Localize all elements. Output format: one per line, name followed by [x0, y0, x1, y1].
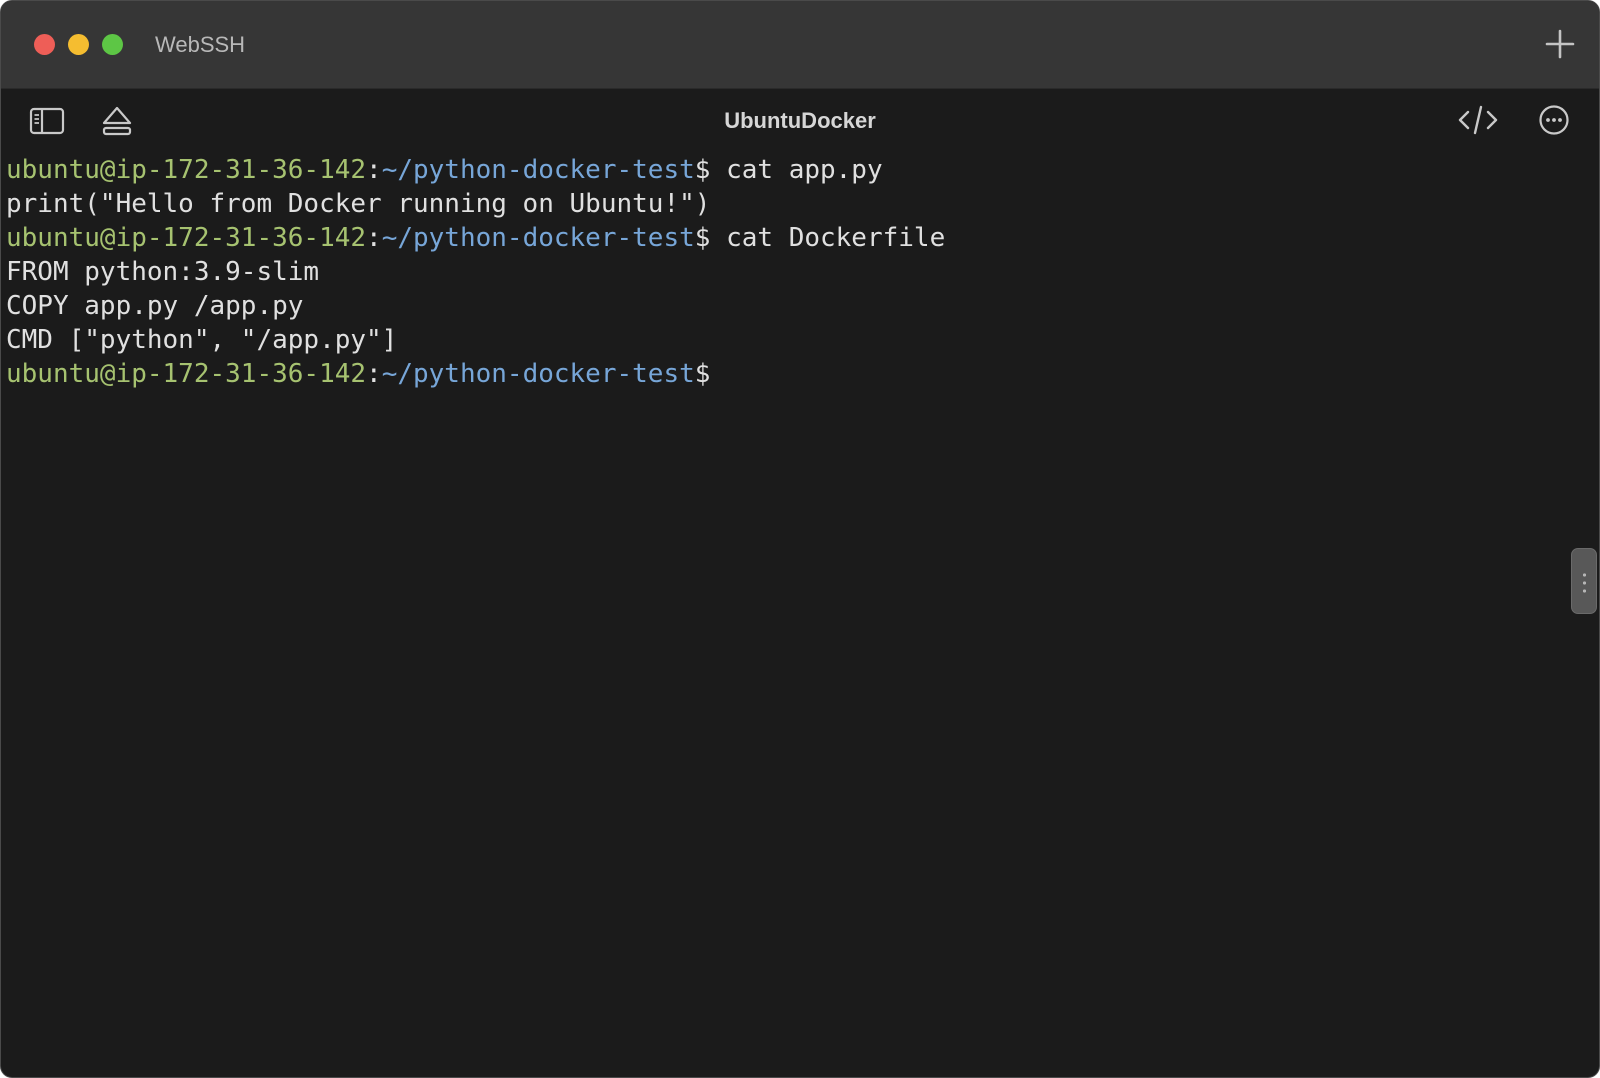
terminal-prompt-line: ubuntu@ip-172-31-36-142:~/python-docker-…: [6, 357, 1526, 391]
terminal-output-line: print("Hello from Docker running on Ubun…: [6, 187, 1526, 221]
prompt-separator: :: [366, 155, 382, 185]
terminal-output-line: CMD ["python", "/app.py"]: [6, 323, 1526, 357]
more-icon[interactable]: [1537, 103, 1571, 137]
prompt-user-host: ubuntu@ip-172-31-36-142: [6, 155, 367, 185]
terminal-output-line: FROM python:3.9-slim: [6, 255, 1526, 289]
zoom-window-button[interactable]: [102, 34, 123, 55]
prompt-path: ~/python-docker-test: [381, 359, 695, 389]
terminal-prompt-line: ubuntu@ip-172-31-36-142:~/python-docker-…: [6, 153, 1526, 187]
output-text: print("Hello from Docker running on Ubun…: [6, 189, 711, 219]
drag-handle-icon[interactable]: [1571, 548, 1597, 614]
sidebar-toggle-icon[interactable]: [29, 106, 65, 136]
prompt-command: cat app.py: [710, 155, 883, 185]
prompt-command: cat Dockerfile: [710, 223, 946, 253]
output-text: CMD ["python", "/app.py"]: [6, 325, 398, 355]
terminal-output-line: COPY app.py /app.py: [6, 289, 1526, 323]
minimize-window-button[interactable]: [68, 34, 89, 55]
eject-icon[interactable]: [101, 104, 133, 138]
prompt-user-host: ubuntu@ip-172-31-36-142: [6, 223, 367, 253]
prompt-path: ~/python-docker-test: [381, 223, 695, 253]
prompt-user-host: ubuntu@ip-172-31-36-142: [6, 359, 367, 389]
plus-icon[interactable]: [1543, 27, 1577, 61]
app-title: WebSSH: [155, 32, 246, 57]
title-bar[interactable]: WebSSH: [1, 1, 1599, 89]
prompt-path: ~/python-docker-test: [381, 155, 695, 185]
prompt-symbol: $: [694, 223, 711, 253]
webssh-window: WebSSH UbuntuDocker ubuntu@ip-172-31-36-…: [0, 0, 1600, 1078]
session-title: UbuntuDocker: [724, 108, 876, 133]
prompt-symbol: $: [694, 359, 711, 389]
close-window-button[interactable]: [34, 34, 55, 55]
prompt-symbol: $: [694, 155, 711, 185]
prompt-separator: :: [366, 223, 382, 253]
terminal-output[interactable]: ubuntu@ip-172-31-36-142:~/python-docker-…: [6, 153, 1526, 1053]
session-toolbar: UbuntuDocker: [1, 89, 1599, 155]
code-icon[interactable]: [1457, 103, 1499, 137]
handle-grip: [1583, 571, 1586, 593]
terminal-prompt-line: ubuntu@ip-172-31-36-142:~/python-docker-…: [6, 221, 1526, 255]
output-text: COPY app.py /app.py: [6, 291, 304, 321]
prompt-separator: :: [366, 359, 382, 389]
output-text: FROM python:3.9-slim: [6, 257, 320, 287]
